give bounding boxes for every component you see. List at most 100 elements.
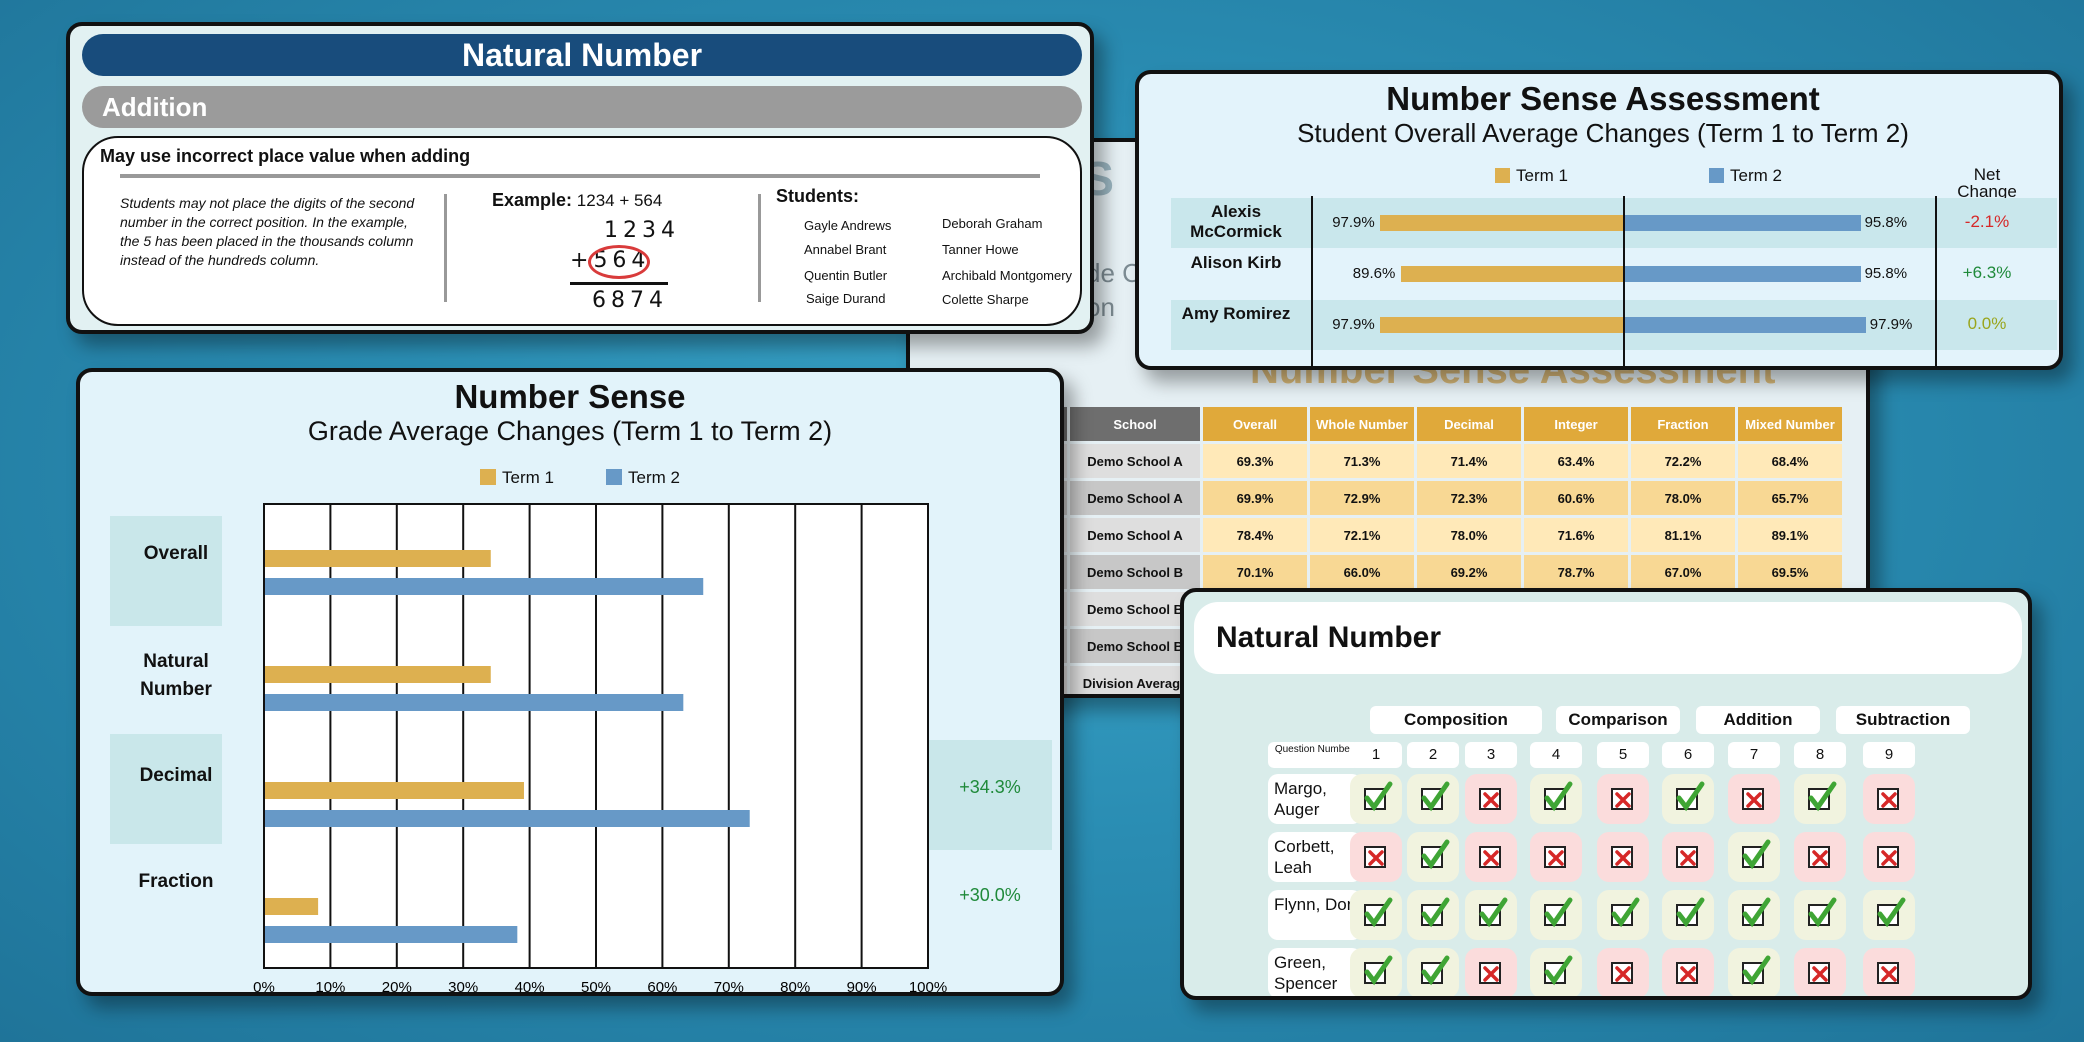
question-group-label: Comparison <box>1556 706 1680 734</box>
check-mark <box>1742 839 1771 870</box>
check-icon <box>1479 897 1508 928</box>
panel-title: Natural Number <box>82 34 1082 76</box>
table-row: 703Demo School A78.4%72.1%78.0%71.6%81.1… <box>937 518 1842 552</box>
misconception-description: Students may not place the digits of the… <box>120 195 415 268</box>
check-mark <box>1544 955 1573 986</box>
incorrect-cross-icon <box>1350 832 1402 882</box>
check-mark <box>1742 897 1771 928</box>
bar-term-2 <box>265 926 518 943</box>
student-name: Colette Sharpe <box>942 292 1029 307</box>
question-number: 3 <box>1465 742 1517 768</box>
incorrect-cross-icon <box>1662 948 1714 996</box>
check-mark <box>1742 955 1771 986</box>
bar-term-2 <box>265 694 684 711</box>
column-header: Whole Number <box>1310 407 1414 441</box>
column-header: Decimal <box>1417 407 1521 441</box>
legend-term1: Term 1 <box>1495 166 1568 186</box>
example-line: Example: 1234 + 564 <box>492 190 662 211</box>
column-header: Integer <box>1524 407 1628 441</box>
incorrect-cross-icon <box>1863 948 1915 996</box>
cross-mark <box>1881 966 1897 982</box>
x-tick-label: 50% <box>581 979 611 992</box>
question-results-panel: Natural Number Question Number Compositi… <box>1180 588 2032 1000</box>
check-icon <box>1364 781 1393 812</box>
student-name: Saige Durand <box>806 291 886 306</box>
cross-icon <box>1548 850 1564 866</box>
check-mark <box>1808 781 1837 812</box>
ghost-line-2: on <box>1086 292 1115 322</box>
cross-mark <box>1615 966 1631 982</box>
check-icon <box>1421 781 1450 812</box>
cross-icon <box>1368 850 1384 866</box>
term2-value: 95.8% <box>1864 265 1908 282</box>
table-cell: 71.4% <box>1417 444 1521 478</box>
term2-bar <box>1623 317 1866 333</box>
correct-check-icon <box>1597 890 1649 940</box>
question-number: 6 <box>1662 742 1714 768</box>
check-mark <box>1611 897 1640 928</box>
correct-check-icon <box>1728 832 1780 882</box>
error-circle <box>588 245 650 279</box>
correct-check-icon <box>1530 774 1582 824</box>
example-expression: 1234 + 564 <box>576 191 663 210</box>
correct-check-icon <box>1465 890 1517 940</box>
correct-check-icon <box>1794 890 1846 940</box>
student-name: Tanner Howe <box>942 242 1019 257</box>
table-cell: 78.0% <box>1417 518 1521 552</box>
student-name: Gayle Andrews <box>804 218 892 233</box>
check-icon <box>1364 897 1393 928</box>
table-cell: 67.0% <box>1631 555 1735 589</box>
check-icon <box>1742 839 1771 870</box>
column-header: School <box>1070 407 1200 441</box>
misconception-heading: May use incorrect place value when addin… <box>100 146 471 166</box>
table-cell: 69.3% <box>1203 444 1307 478</box>
students-label: Students: <box>776 186 859 206</box>
student-name: Flynn, Don <box>1268 890 1362 940</box>
cross-mark <box>1615 792 1631 808</box>
cross-mark <box>1812 966 1828 982</box>
check-mark <box>1421 781 1450 812</box>
question-number: 1 <box>1350 742 1402 768</box>
table-cell: Demo School A <box>1070 518 1200 552</box>
incorrect-cross-icon <box>1465 832 1517 882</box>
bar-term-1 <box>265 550 491 567</box>
table-cell: 89.1% <box>1738 518 1842 552</box>
term1-bar <box>1380 215 1623 231</box>
panel-title: Natural Number <box>1194 602 2022 674</box>
incorrect-cross-icon <box>1662 832 1714 882</box>
cross-icon <box>1483 792 1499 808</box>
cross-mark <box>1483 966 1499 982</box>
check-mark <box>1421 839 1450 870</box>
incorrect-cross-icon <box>1530 832 1582 882</box>
cross-mark <box>1746 792 1762 808</box>
table-cell: 69.9% <box>1203 481 1307 515</box>
math-top-number: 1234 <box>604 218 680 243</box>
legend-label: Term 2 <box>1730 166 1782 185</box>
correct-check-icon <box>1350 774 1402 824</box>
student-changes-panel: Number Sense Assessment Student Overall … <box>1135 70 2063 370</box>
incorrect-cross-icon <box>1863 774 1915 824</box>
correct-check-icon <box>1530 948 1582 996</box>
cross-icon <box>1615 850 1631 866</box>
table-cell: 81.1% <box>1631 518 1735 552</box>
check-icon <box>1676 897 1705 928</box>
table-cell: 70.1% <box>1203 555 1307 589</box>
x-tick-label: 20% <box>382 979 412 992</box>
check-mark <box>1421 955 1450 986</box>
bar-chart: 0% 10% 20% 30% 40% 50% 60% 70% 80% 90% 100% <box>253 503 947 992</box>
table-cell: 66.0% <box>1310 555 1414 589</box>
table-cell: 78.7% <box>1524 555 1628 589</box>
legend-swatch <box>1495 168 1510 183</box>
cross-icon <box>1746 792 1762 808</box>
check-mark <box>1364 781 1393 812</box>
incorrect-cross-icon <box>1794 948 1846 996</box>
correct-check-icon <box>1863 890 1915 940</box>
incorrect-cross-icon <box>1794 832 1846 882</box>
table-cell: 78.0% <box>1631 481 1735 515</box>
check-icon <box>1676 781 1705 812</box>
term1-bar <box>1380 317 1623 333</box>
check-icon <box>1808 781 1837 812</box>
term2-bar <box>1623 266 1861 282</box>
incorrect-cross-icon <box>1465 774 1517 824</box>
table-cell: 72.2% <box>1631 444 1735 478</box>
